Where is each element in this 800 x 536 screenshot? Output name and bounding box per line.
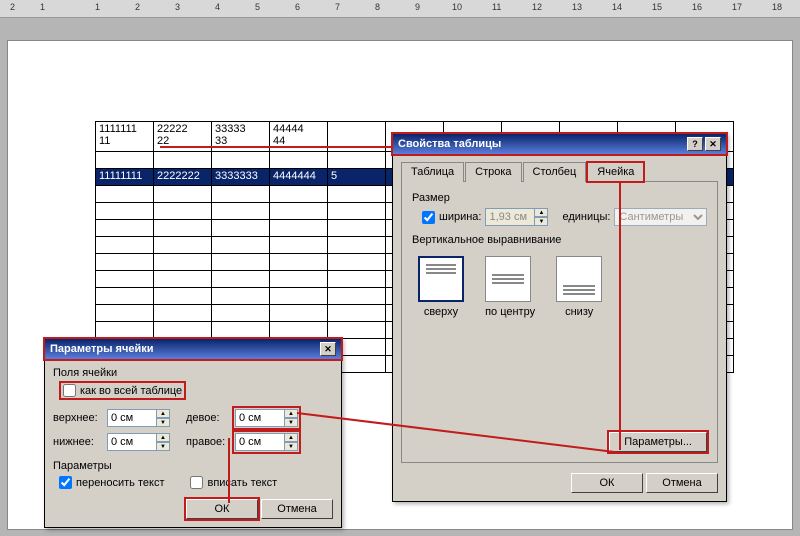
dialog-titlebar[interactable]: Свойства таблицы ? ✕ bbox=[393, 134, 726, 154]
parameters-button[interactable]: Параметры... bbox=[609, 432, 707, 452]
spin-up[interactable]: ▲ bbox=[534, 208, 548, 217]
cell[interactable]: 4444444 bbox=[270, 122, 328, 152]
dialog-title: Свойства таблицы bbox=[398, 138, 501, 150]
dialog-title: Параметры ячейки bbox=[50, 343, 153, 355]
tab-table[interactable]: Таблица bbox=[401, 162, 464, 182]
valign-label: Вертикальное выравнивание bbox=[412, 234, 707, 246]
margin-bottom-input[interactable] bbox=[107, 433, 157, 451]
selected-cell[interactable]: 5 bbox=[328, 169, 386, 186]
margin-right-input[interactable] bbox=[235, 433, 285, 451]
cell-parameters-dialog: Параметры ячейки ✕ Поля ячейки как во вс… bbox=[44, 338, 342, 528]
selected-cell[interactable]: 4444444 bbox=[270, 169, 328, 186]
selected-cell[interactable]: 2222222 bbox=[154, 169, 212, 186]
valign-bottom[interactable] bbox=[556, 256, 602, 302]
close-button[interactable]: ✕ bbox=[320, 342, 336, 356]
selected-cell[interactable]: 3333333 bbox=[212, 169, 270, 186]
cell[interactable]: 2222222 bbox=[154, 122, 212, 152]
fit-text-checkbox[interactable]: вписать текст bbox=[190, 476, 277, 489]
cancel-button[interactable]: Отмена bbox=[261, 499, 333, 519]
ok-button[interactable]: ОК bbox=[186, 499, 258, 519]
horizontal-ruler: 2 1 1 2 3 4 5 6 7 8 9 10 11 12 13 14 15 … bbox=[0, 0, 800, 18]
units-label: единицы: bbox=[562, 211, 610, 223]
margin-left-input[interactable] bbox=[235, 409, 285, 427]
cell[interactable]: 111111111 bbox=[96, 122, 154, 152]
width-checkbox[interactable]: ширина: bbox=[422, 211, 481, 224]
valign-top[interactable] bbox=[418, 256, 464, 302]
cell[interactable]: 3333333 bbox=[212, 122, 270, 152]
tab-column[interactable]: Столбец bbox=[523, 162, 587, 182]
close-button[interactable]: ✕ bbox=[705, 137, 721, 151]
margin-top-input[interactable] bbox=[107, 409, 157, 427]
ok-button[interactable]: ОК bbox=[571, 473, 643, 493]
wrap-text-checkbox[interactable]: переносить текст bbox=[59, 476, 164, 489]
margins-label: Поля ячейки bbox=[53, 367, 333, 379]
size-label: Размер bbox=[412, 192, 707, 204]
table-properties-dialog: Свойства таблицы ? ✕ Таблица Строка Стол… bbox=[392, 133, 727, 502]
width-input[interactable] bbox=[485, 208, 535, 226]
tab-row[interactable]: Строка bbox=[465, 162, 521, 182]
valign-middle[interactable] bbox=[485, 256, 531, 302]
dialog-titlebar[interactable]: Параметры ячейки ✕ bbox=[45, 339, 341, 359]
cell[interactable] bbox=[328, 122, 386, 152]
options-label: Параметры bbox=[53, 460, 333, 472]
spin-down[interactable]: ▼ bbox=[534, 217, 548, 226]
units-select[interactable]: Сантиметры bbox=[614, 208, 707, 226]
help-button[interactable]: ? bbox=[687, 137, 703, 151]
selected-cell[interactable]: 11111111 bbox=[96, 169, 154, 186]
tab-cell[interactable]: Ячейка bbox=[587, 162, 644, 182]
cancel-button[interactable]: Отмена bbox=[646, 473, 718, 493]
as-table-checkbox[interactable]: как во всей таблице bbox=[61, 383, 184, 398]
